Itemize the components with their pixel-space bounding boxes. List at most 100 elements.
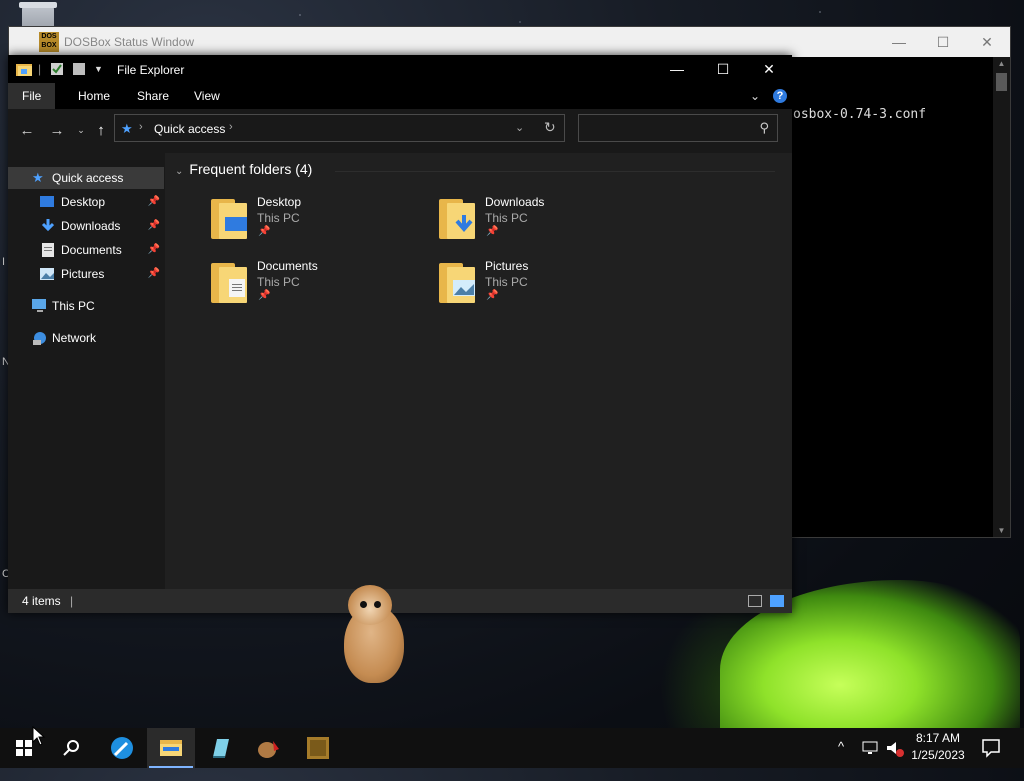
folder-name: Documents [257, 259, 318, 273]
pin-icon: 📌 [258, 226, 271, 237]
refresh-icon[interactable]: ↻ [544, 119, 556, 136]
help-button[interactable]: ? [773, 89, 787, 103]
pin-icon: 📌 [147, 244, 160, 255]
network-status-icon[interactable] [862, 741, 878, 781]
volume-muted-icon[interactable] [886, 741, 904, 781]
explorer-titlebar[interactable]: | ▼ File Explorer — ☐ ✕ [8, 55, 792, 83]
desktop-icon-label-fragment: I [2, 256, 6, 268]
folder-location: This PC [485, 211, 528, 225]
desktop-folder-icon [211, 199, 247, 239]
folder-location: This PC [257, 211, 300, 225]
up-arrow-icon[interactable]: ↑ [91, 122, 111, 139]
folder-tile-documents[interactable]: Documents This PC 📌 [211, 259, 431, 315]
computer-icon [32, 299, 46, 312]
quick-access-star-icon: ★ [121, 121, 133, 136]
taskbar-browser-button[interactable] [98, 728, 146, 768]
new-folder-icon[interactable] [72, 62, 86, 76]
content-pane[interactable]: ⌄ Frequent folders (4) Desktop This PC 📌 … [165, 153, 792, 589]
taskbar: ^ 8:17 AM 1/25/2023 [0, 728, 1024, 768]
picture-icon [40, 268, 54, 280]
search-icon: ⚲ [759, 120, 769, 135]
taskbar-dosbox-button[interactable] [294, 728, 342, 768]
navigation-pane: ★ Quick access Desktop 📌 Downloads 📌 Doc… [8, 153, 164, 589]
search-input[interactable]: ⚲ [578, 114, 778, 142]
folder-tile-pictures[interactable]: Pictures This PC 📌 [439, 259, 659, 315]
sidebar-item-downloads[interactable]: Downloads 📌 [8, 215, 164, 237]
pictures-folder-icon [439, 263, 475, 303]
dosbox-title: DOSBox Status Window [64, 35, 195, 49]
tab-share[interactable]: Share [123, 83, 183, 109]
taskbar-notepad-button[interactable] [196, 728, 244, 768]
minimize-button[interactable]: — [654, 55, 700, 83]
tab-home[interactable]: Home [64, 83, 124, 109]
downloads-folder-icon [439, 199, 475, 239]
search-icon [63, 740, 79, 756]
back-arrow-icon[interactable]: ← [17, 122, 37, 139]
clock-date: 1/25/2023 [911, 748, 965, 762]
sidebar-item-network[interactable]: Network [8, 327, 164, 349]
pin-icon: 📌 [486, 290, 499, 301]
download-icon [41, 219, 54, 232]
sidebar-item-pictures[interactable]: Pictures 📌 [8, 263, 164, 285]
hamster-desktop-pet[interactable] [330, 585, 410, 685]
folder-icon [16, 64, 32, 76]
breadcrumb-quick-access[interactable]: Quick access [154, 122, 225, 136]
properties-icon[interactable] [50, 62, 64, 76]
breadcrumb-separator-icon[interactable]: › [229, 121, 233, 133]
dosbox-maximize-button[interactable]: ☐ [923, 31, 963, 53]
address-bar[interactable]: ★ › Quick access › ⌄ ↻ [114, 114, 565, 142]
scroll-up-arrow-icon[interactable]: ▲ [993, 59, 1010, 68]
documents-folder-icon [211, 263, 247, 303]
breadcrumb-separator-icon[interactable]: › [139, 121, 143, 133]
customize-toolbar-chevron-icon[interactable]: ▼ [94, 64, 103, 78]
tab-view[interactable]: View [180, 83, 234, 109]
pin-icon: 📌 [147, 220, 160, 231]
pin-icon: 📌 [486, 226, 499, 237]
sidebar-item-documents[interactable]: Documents 📌 [8, 239, 164, 261]
notifications-icon[interactable] [982, 739, 1000, 779]
expand-ribbon-chevron-icon[interactable]: ⌄ [750, 89, 760, 103]
star-icon: ★ [32, 170, 44, 185]
maximize-button[interactable]: ☐ [700, 55, 746, 83]
recent-locations-chevron-icon[interactable]: ⌄ [71, 125, 91, 136]
folder-tile-downloads[interactable]: Downloads This PC 📌 [439, 195, 659, 251]
group-divider [335, 171, 775, 172]
sidebar-item-desktop[interactable]: Desktop 📌 [8, 191, 164, 213]
folder-name: Downloads [485, 195, 545, 209]
system-clock[interactable]: 8:17 AM 1/25/2023 [906, 730, 970, 764]
navigation-bar: ← → ⌄ ↑ ★ › Quick access › ⌄ ↻ ⚲ [8, 109, 792, 153]
folder-tile-desktop[interactable]: Desktop This PC 📌 [211, 195, 431, 251]
address-dropdown-chevron-icon[interactable]: ⌄ [515, 121, 524, 134]
dosbox-titlebar[interactable]: DOS BOX DOSBox Status Window — ☐ ✕ [9, 27, 1010, 57]
sidebar-item-label: This PC [52, 299, 95, 313]
sidebar-item-label: Downloads [61, 219, 121, 233]
scroll-down-arrow-icon[interactable]: ▼ [993, 526, 1010, 535]
group-header-frequent-folders[interactable]: ⌄ Frequent folders (4) [175, 161, 312, 177]
ribbon-tabs: File Home Share View ⌄ ? [8, 83, 792, 109]
dosbox-icon [307, 737, 329, 759]
notepad-icon [213, 739, 229, 758]
large-icons-view-icon[interactable] [770, 595, 784, 607]
item-count: 4 items [22, 594, 61, 608]
collapse-chevron-icon[interactable]: ⌄ [175, 166, 183, 177]
pin-icon: 📌 [258, 290, 271, 301]
taskbar-search-button[interactable] [48, 728, 96, 768]
forward-arrow-icon[interactable]: → [47, 122, 67, 139]
taskbar-file-explorer-button[interactable] [147, 728, 195, 768]
sidebar-item-this-pc[interactable]: This PC [8, 295, 164, 317]
close-button[interactable]: ✕ [746, 55, 792, 83]
dosbox-scrollbar[interactable]: ▲ ▼ [993, 57, 1010, 537]
show-hidden-icons-chevron-icon[interactable]: ^ [838, 739, 844, 779]
file-explorer-window[interactable]: | ▼ File Explorer — ☐ ✕ File Home Share … [8, 55, 792, 613]
details-view-icon[interactable] [748, 595, 762, 607]
dosbox-minimize-button[interactable]: — [879, 31, 919, 53]
scrollbar-thumb[interactable] [996, 73, 1007, 91]
document-icon [42, 243, 54, 257]
file-explorer-icon [160, 740, 182, 756]
folder-location: This PC [485, 275, 528, 289]
taskbar-hamster-app-button[interactable] [245, 728, 293, 768]
sidebar-item-quick-access[interactable]: ★ Quick access [8, 167, 164, 189]
desktop-icon [40, 196, 54, 207]
tab-file[interactable]: File [8, 83, 56, 109]
dosbox-close-button[interactable]: ✕ [967, 31, 1007, 53]
